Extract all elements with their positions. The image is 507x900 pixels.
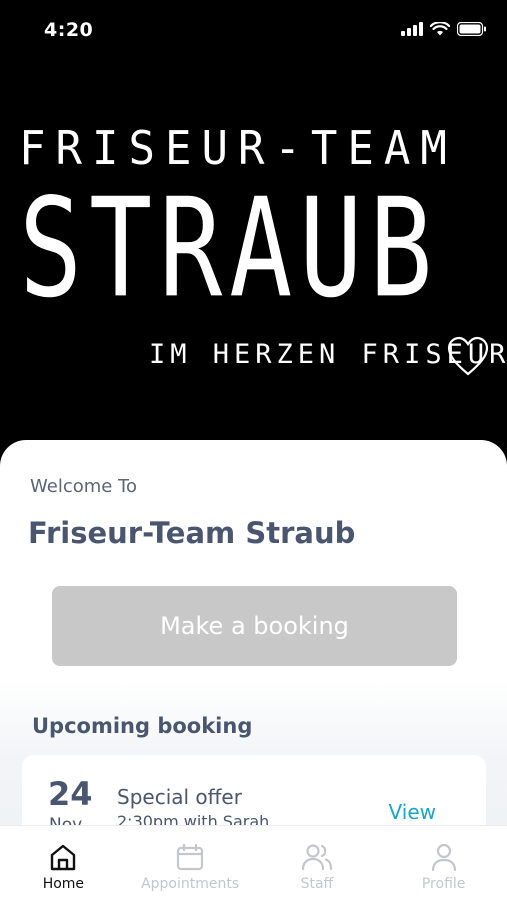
tab-bar: Home Appointments Staff Profile [0, 825, 507, 900]
tab-home-label: Home [42, 876, 85, 892]
tab-staff[interactable]: Staff [254, 826, 381, 900]
tab-appointments[interactable]: Appointments [127, 826, 254, 900]
upcoming-booking-title: Upcoming booking [32, 714, 253, 738]
tab-appointments-label: Appointments [141, 876, 240, 892]
logo-line-friseur-team: FRISEUR-TEAM [19, 122, 457, 176]
hero-logo: FRISEUR-TEAM STRAUB IM HERZEN FRISEUR [0, 62, 507, 462]
tab-profile[interactable]: Profile [380, 826, 507, 900]
logo-line-straub: STRAUB [19, 168, 440, 328]
person-icon [431, 843, 456, 872]
welcome-label: Welcome To [30, 476, 138, 497]
booking-title: Special offer [117, 785, 242, 809]
tab-profile-label: Profile [421, 876, 466, 892]
heart-icon [447, 336, 489, 376]
status-bar: 4:20 [0, 0, 507, 62]
make-booking-button[interactable]: Make a booking [52, 586, 457, 666]
view-booking-link[interactable]: View [389, 800, 436, 824]
people-icon [301, 844, 332, 871]
booking-date-day: 24 [48, 775, 93, 813]
battery-icon [457, 22, 486, 36]
signal-icon [401, 22, 423, 36]
status-time: 4:20 [44, 19, 94, 41]
wifi-icon [430, 22, 450, 36]
home-icon [51, 844, 76, 871]
salon-name: Friseur-Team Straub [28, 516, 356, 550]
tab-home[interactable]: Home [0, 826, 127, 900]
status-icons [401, 22, 487, 36]
tab-staff-label: Staff [300, 876, 334, 892]
calendar-icon [177, 843, 204, 871]
